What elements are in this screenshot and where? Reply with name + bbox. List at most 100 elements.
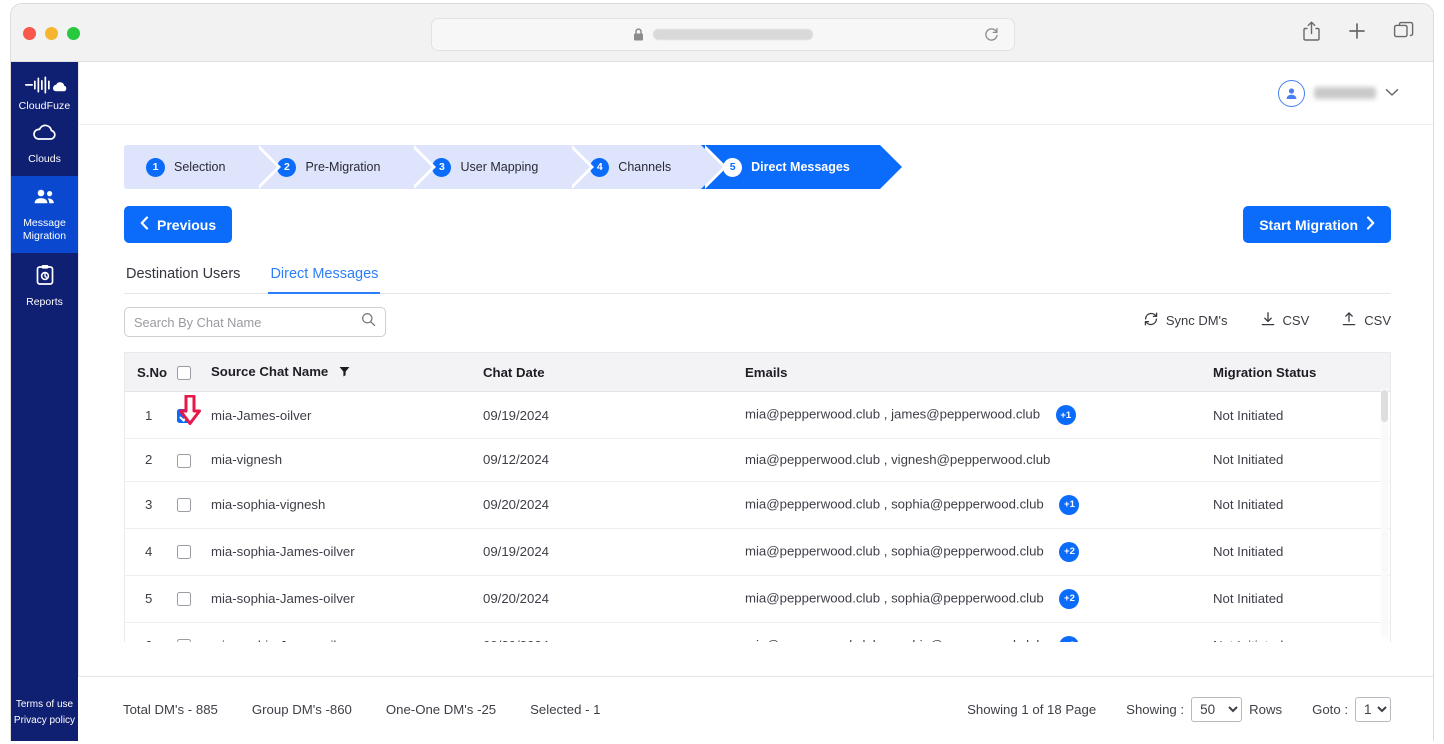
row-checkbox[interactable] — [177, 592, 191, 607]
application-root: CloudFuze Clouds Message Migration Repor… — [11, 62, 1433, 741]
tab-direct-messages[interactable]: Direct Messages — [268, 258, 381, 294]
share-icon[interactable] — [1302, 20, 1321, 42]
one-one-dms-count: One-One DM's -25 — [385, 701, 497, 717]
row-emails-text: mia@pepperwood.club , sophia@pepperwood.… — [745, 637, 1044, 642]
row-migration-status: Not Initiated — [1213, 438, 1390, 482]
row-emails: mia@pepperwood.club , sophia@pepperwood.… — [745, 622, 1213, 642]
pagination-controls: Showing 1 of 18 Page Showing : 50 100 20… — [967, 696, 1391, 722]
chevron-right-icon — [1366, 216, 1375, 233]
table-row[interactable]: 6 mia-sophia-James-oilver 09/20/2024 mia… — [125, 622, 1390, 642]
row-chat-name: mia-vignesh — [211, 438, 483, 482]
url-text-redacted — [653, 29, 813, 40]
table-row[interactable]: 2 mia-vignesh 09/12/2024 mia@pepperwood.… — [125, 438, 1390, 482]
start-migration-button-label: Start Migration — [1259, 216, 1358, 233]
extra-emails-badge[interactable]: +1 — [1055, 405, 1076, 425]
column-header-select — [177, 353, 211, 392]
row-checkbox[interactable] — [177, 545, 191, 560]
goto-page-select[interactable]: 1 2 3 — [1355, 696, 1391, 722]
search-input[interactable] — [134, 314, 361, 330]
row-sno: 5 — [125, 575, 177, 623]
tab-destination-users[interactable]: Destination Users — [124, 258, 242, 293]
table-header-row: S.No Source Chat Name Chat Date Emails M… — [125, 353, 1390, 392]
search-box[interactable] — [124, 307, 386, 337]
start-migration-button[interactable]: Start Migration — [1243, 206, 1391, 243]
privacy-policy-link[interactable]: Privacy policy — [11, 713, 78, 729]
user-menu[interactable] — [1278, 79, 1399, 107]
rows-label: Rows — [1249, 701, 1283, 717]
previous-button[interactable]: Previous — [124, 206, 233, 243]
select-all-checkbox[interactable] — [177, 365, 191, 380]
minimize-window-button[interactable] — [45, 27, 58, 40]
app-topbar — [79, 62, 1433, 125]
search-icon[interactable] — [361, 312, 376, 332]
selected-count: Selected - 1 — [530, 701, 601, 717]
terms-of-use-link[interactable]: Terms of use — [11, 697, 78, 713]
sidebar-item-clouds[interactable]: Clouds — [11, 112, 78, 176]
tab-overview-icon[interactable] — [1393, 21, 1415, 41]
step-label: User Mapping — [460, 160, 539, 174]
row-select-cell — [177, 481, 211, 529]
user-avatar-icon — [1278, 79, 1305, 107]
cloudfuze-logo-icon — [24, 76, 66, 94]
sidebar-item-reports[interactable]: Reports — [11, 253, 78, 319]
download-csv-button[interactable]: CSV — [1260, 311, 1310, 330]
table-row[interactable]: 4 mia-sophia-James-oilver 09/19/2024 mia… — [125, 528, 1390, 576]
previous-button-label: Previous — [157, 216, 217, 233]
table-row[interactable]: 1 mia-James-oilver 09/19/2024 mia@pepper… — [125, 391, 1390, 439]
row-emails-text: mia@pepperwood.club , sophia@pepperwood.… — [745, 496, 1044, 511]
row-migration-status: Not Initiated — [1213, 622, 1390, 642]
upload-csv-label: CSV — [1364, 313, 1391, 328]
group-dms-count: Group DM's -860 — [251, 701, 352, 717]
download-csv-label: CSV — [1282, 313, 1310, 328]
goto-page-group: Goto : 1 2 3 — [1312, 696, 1391, 722]
extra-emails-badge[interactable]: +2 — [1059, 541, 1080, 562]
row-chat-name: mia-sophia-James-oilver — [211, 575, 483, 623]
step-direct-messages[interactable]: 5 Direct Messages — [701, 145, 906, 189]
sidebar-item-message-migration[interactable]: Message Migration — [11, 176, 78, 253]
brand-logo[interactable]: CloudFuze — [11, 62, 78, 112]
row-checkbox[interactable] — [177, 408, 191, 423]
table-scrollbar-thumb[interactable] — [1381, 390, 1388, 422]
row-checkbox[interactable] — [177, 639, 191, 642]
browser-window: CloudFuze Clouds Message Migration Repor… — [10, 3, 1434, 741]
close-window-button[interactable] — [23, 27, 36, 40]
table-row[interactable]: 3 mia-sophia-vignesh 09/20/2024 mia@pepp… — [125, 481, 1390, 529]
table-scrollbar-track[interactable] — [1381, 389, 1388, 637]
row-select-cell — [177, 438, 211, 482]
maximize-window-button[interactable] — [67, 27, 80, 40]
reload-icon[interactable] — [983, 26, 1000, 49]
rows-per-page-group: Showing : 50 100 200 Rows — [1126, 696, 1283, 722]
showing-page-label: Showing 1 of 18 Page — [967, 701, 1097, 717]
rows-per-page-select[interactable]: 50 100 200 — [1191, 696, 1243, 722]
row-sno: 4 — [125, 528, 177, 576]
row-sno: 1 — [125, 391, 177, 439]
extra-emails-badge[interactable]: +2 — [1059, 588, 1080, 609]
filter-icon[interactable] — [339, 365, 350, 380]
window-traffic-lights — [23, 27, 80, 40]
step-selection[interactable]: 1 Selection — [124, 145, 282, 189]
step-label: Channels — [618, 160, 672, 174]
sync-dms-button[interactable]: Sync DM's — [1143, 311, 1228, 330]
address-bar[interactable] — [431, 18, 1015, 51]
lock-icon — [633, 28, 644, 41]
cloud-icon — [31, 123, 58, 148]
step-label: Selection — [174, 160, 226, 174]
action-row: Previous Start Migration — [124, 206, 1391, 248]
row-migration-status: Not Initiated — [1213, 575, 1390, 623]
row-chat-name: mia-sophia-vignesh — [211, 481, 483, 529]
sidebar-item-label: Clouds — [28, 153, 61, 165]
download-icon — [1260, 311, 1276, 330]
table-toolbar: Sync DM's CSV — [124, 307, 1391, 341]
row-checkbox[interactable] — [177, 453, 191, 468]
extra-emails-badge[interactable]: +1 — [1059, 494, 1080, 515]
clipboard-icon — [33, 264, 57, 291]
column-header-chat-date: Chat Date — [483, 353, 745, 392]
row-select-cell — [177, 391, 211, 439]
browser-titlebar — [11, 4, 1433, 62]
upload-csv-button[interactable]: CSV — [1341, 311, 1391, 330]
extra-emails-badge[interactable]: +2 — [1059, 635, 1080, 642]
row-checkbox[interactable] — [177, 498, 191, 513]
row-emails-text: mia@pepperwood.club , james@pepperwood.c… — [745, 406, 1041, 422]
new-tab-icon[interactable] — [1347, 21, 1367, 41]
table-row[interactable]: 5 mia-sophia-James-oilver 09/20/2024 mia… — [125, 575, 1390, 623]
